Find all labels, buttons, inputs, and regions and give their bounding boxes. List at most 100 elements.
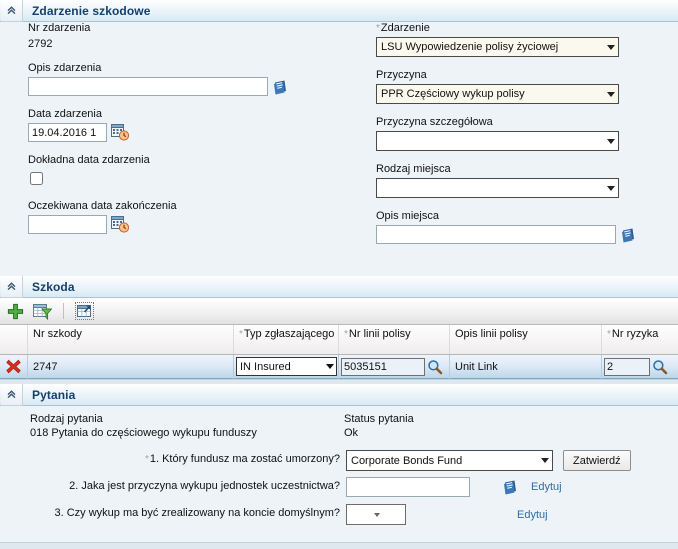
field-przyczyna-szczegolowa: Przyczyna szczegółowa [376, 116, 666, 151]
chevron-double-up-icon [7, 281, 16, 290]
przyczyna-szczegolowa-select[interactable] [376, 131, 619, 151]
typ-zglaszajacego-value: IN Insured [240, 360, 291, 373]
grid-header-nr-szkody-text: Nr szkody [33, 328, 82, 340]
zdarzenie-select[interactable]: LSU Wypowiedzenie polisy życiowej [376, 37, 619, 57]
przyczyna-select-value: PPR Częściowy wykup polisy [381, 88, 525, 100]
grid-header-opis-linii-polisy: Opis linii polisy [450, 325, 602, 354]
zdarzenie-select-value: LSU Wypowiedzenie polisy życiowej [381, 41, 559, 53]
dokladna-data-checkbox[interactable] [30, 172, 43, 185]
konto-domyslne-select[interactable] [346, 504, 406, 525]
label-nr-zdarzenia: Nr zdarzenia [28, 22, 91, 34]
question-1-controls: Corporate Bonds Fund Zatwierdź [346, 450, 631, 471]
label-zdarzenie-text: Zdarzenie [380, 22, 430, 34]
question-row-3: 3. Czy wykup ma być zrealizowany na konc… [0, 500, 678, 526]
page-bottom-strip [0, 542, 678, 549]
export-table-button[interactable] [75, 302, 94, 320]
field-opis-zdarzenia: Opis zdarzenia [28, 62, 358, 96]
oczekiwana-data-input[interactable] [28, 215, 107, 234]
grid-header-nr-linii-text: Nr linii polisy [348, 328, 411, 340]
status-pytania-block: Status pytania Ok [344, 412, 414, 440]
chevron-down-icon [607, 185, 615, 191]
edytuj-link-3[interactable]: Edytuj [517, 509, 548, 521]
grid-header-actions [0, 325, 28, 354]
green-plus-icon [7, 303, 24, 319]
rodzaj-pytania-block: Rodzaj pytania 018 Pytania do częścioweg… [30, 412, 257, 440]
table-export-icon [77, 305, 91, 317]
section-title-zdarzenie: Zdarzenie szkodowe [32, 3, 151, 18]
delete-row-button[interactable] [0, 354, 28, 379]
section-header-zdarzenie-szkodowe: Zdarzenie szkodowe [0, 0, 678, 22]
szkoda-grid: Nr szkody *Typ zgłaszającego * Nr linii p… [0, 325, 678, 379]
required-asterisk: * [376, 23, 380, 34]
zdarzenie-right-column: *Zdarzenie LSU Wypowiedzenie polisy życi… [376, 22, 666, 253]
question-3-label: 3. Czy wykup ma być zrealizowany na konc… [54, 507, 340, 519]
zatwierdz-button[interactable]: Zatwierdź [563, 450, 631, 471]
section-title-szkoda: Szkoda [32, 279, 75, 294]
rodzaj-miejsca-select[interactable] [376, 178, 619, 198]
notepad-icon[interactable] [620, 227, 637, 243]
question-3-text: 3. Czy wykup ma być zrealizowany na konc… [54, 507, 340, 519]
label-opis-zdarzenia: Opis zdarzenia [28, 62, 102, 74]
question-row-1: *1. Który fundusz ma zostać umorzony? Co… [0, 448, 678, 475]
grid-header-nr-ryzyka: *Nr ryzyka [602, 325, 678, 354]
cell-nr-linii-polisy [339, 354, 450, 379]
notepad-icon[interactable] [272, 79, 289, 95]
required-asterisk: * [144, 454, 149, 465]
field-oczekiwana-data: Oczekiwana data zakończenia [28, 200, 358, 234]
cell-nr-ryzyka [602, 355, 678, 379]
fundusz-select-value: Corporate Bonds Fund [351, 454, 463, 467]
value-rodzaj-pytania: 018 Pytania do częściowego wykupu fundus… [30, 427, 257, 439]
question-2-text: 2. Jaka jest przyczyna wykupu jednostek … [69, 480, 340, 492]
label-opis-miejsca: Opis miejsca [376, 210, 439, 222]
collapse-toggle-zdarzenie[interactable] [1, 0, 23, 22]
question-2-text-wrap: 2. Jaka jest przyczyna wykupu jednostek … [0, 475, 340, 501]
grid-header-typ-zglaszajacego: *Typ zgłaszającego [234, 325, 339, 354]
collapse-toggle-szkoda[interactable] [1, 275, 23, 298]
label-data-zdarzenia: Data zdarzenia [28, 108, 102, 120]
magnifier-icon[interactable] [427, 359, 443, 375]
label-rodzaj-pytania: Rodzaj pytania [30, 413, 103, 425]
toolbar-separator [63, 303, 64, 319]
opis-miejsca-input[interactable] [376, 225, 616, 244]
pytania-info: Rodzaj pytania 018 Pytania do częścioweg… [0, 406, 678, 448]
fundusz-select[interactable]: Corporate Bonds Fund [346, 450, 553, 471]
nr-ryzyka-input[interactable] [604, 357, 650, 376]
typ-zglaszajacego-select[interactable]: IN Insured [236, 357, 337, 376]
nr-linii-polisy-input[interactable] [341, 357, 425, 376]
chevron-down-icon [607, 91, 615, 97]
label-oczekiwana-data: Oczekiwana data zakończenia [28, 200, 177, 212]
table-row[interactable]: 2747 IN Insured Unit Link [0, 354, 678, 379]
label-przyczyna: Przyczyna [376, 69, 427, 81]
label-zdarzenie: *Zdarzenie [376, 22, 666, 35]
field-dokladna-data: Dokładna data zdarzenia [28, 154, 358, 188]
label-status-pytania: Status pytania [344, 413, 414, 425]
label-dokladna-data: Dokładna data zdarzenia [28, 154, 150, 166]
opis-zdarzenia-input[interactable] [28, 77, 268, 96]
przyczyna-wykupu-input[interactable] [346, 477, 470, 497]
value-nr-zdarzenia: 2792 [28, 38, 53, 50]
collapse-toggle-pytania[interactable] [1, 383, 23, 406]
szkoda-toolbar [0, 298, 678, 325]
magnifier-icon[interactable] [652, 359, 668, 375]
grid-header-row: Nr szkody *Typ zgłaszającego * Nr linii p… [0, 325, 678, 355]
chevron-down-icon [541, 458, 549, 463]
data-zdarzenia-input[interactable] [28, 123, 107, 142]
notepad-icon[interactable] [502, 479, 519, 495]
filter-table-button[interactable] [33, 303, 53, 320]
chevron-down-icon [326, 364, 334, 369]
edytuj-link-2[interactable]: Edytuj [531, 481, 562, 493]
required-asterisk: * [607, 329, 611, 340]
question-2-controls: Edytuj [346, 477, 562, 497]
chevron-double-up-icon [7, 389, 16, 398]
field-nr-zdarzenia: Nr zdarzenia 2792 [28, 22, 358, 51]
add-row-button[interactable] [7, 303, 24, 320]
table-filter-icon [33, 303, 53, 320]
section-header-pytania: Pytania [0, 383, 678, 406]
calendar-clock-icon[interactable] [111, 216, 130, 233]
section-title-pytania: Pytania [32, 387, 76, 402]
chevron-down-icon [373, 512, 380, 517]
cell-nr-szkody: 2747 [28, 354, 234, 379]
przyczyna-select[interactable]: PPR Częściowy wykup polisy [376, 84, 619, 104]
calendar-clock-icon[interactable] [111, 124, 130, 141]
grid-header-nr-szkody: Nr szkody [28, 325, 234, 354]
